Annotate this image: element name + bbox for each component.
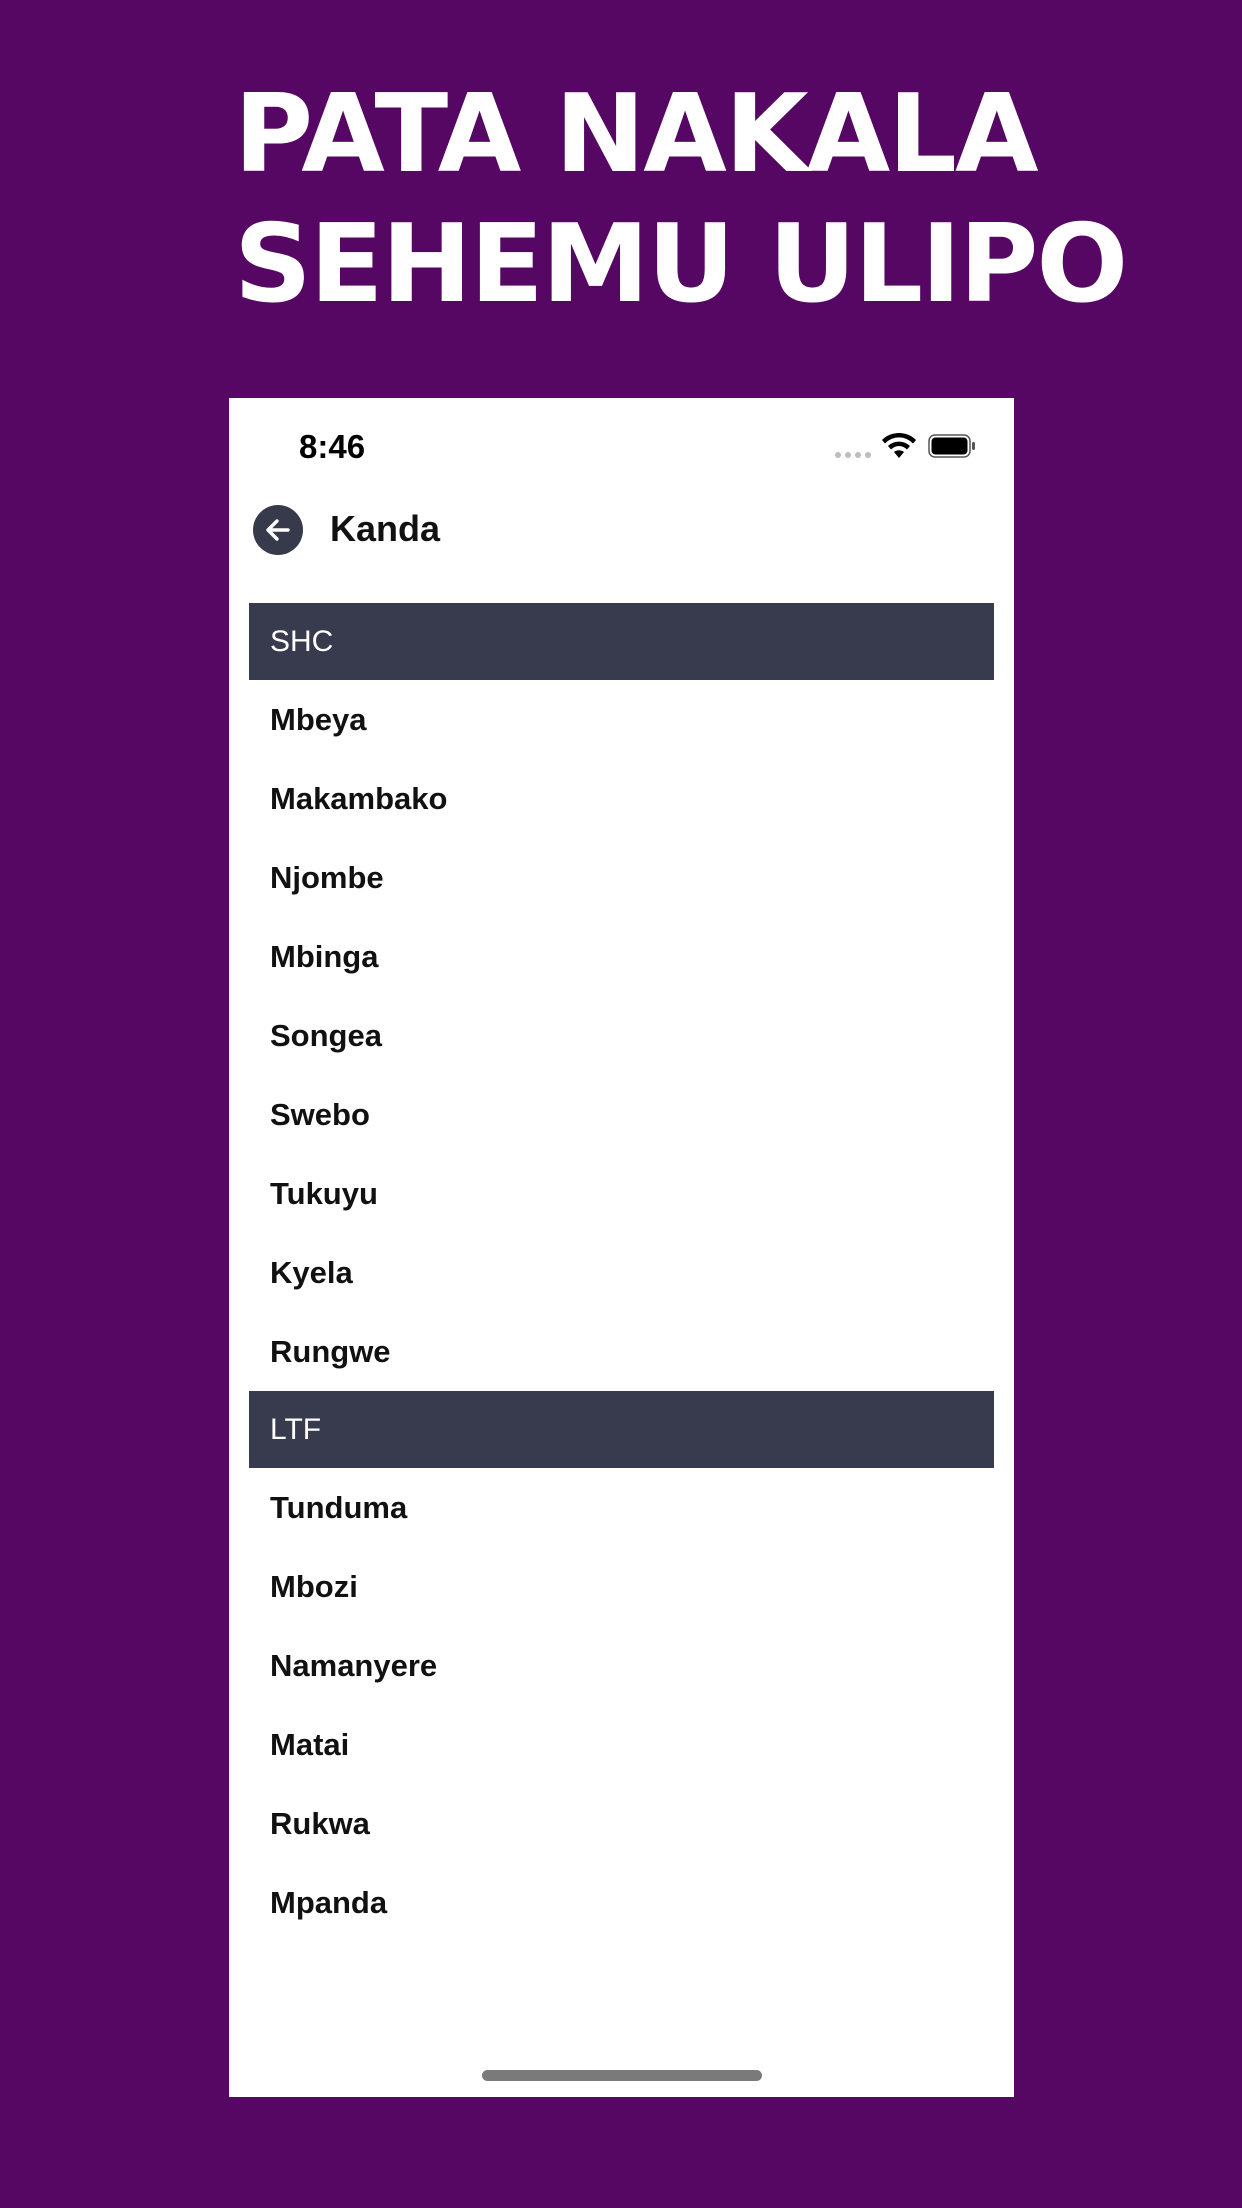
promo-headline-line1: PATA NAKALA <box>234 72 1039 197</box>
list-item[interactable]: Mpanda <box>249 1863 994 1942</box>
list-item[interactable]: Tunduma <box>249 1468 994 1547</box>
list-item[interactable]: Makambako <box>249 759 994 838</box>
battery-icon <box>928 434 975 458</box>
section-header-ltf: LTF <box>249 1391 994 1468</box>
list-item[interactable]: Rukwa <box>249 1784 994 1863</box>
promo-headline: PATA NAKALA SEHEMU ULIPO <box>234 70 1134 330</box>
list-item[interactable]: Mbeya <box>249 680 994 759</box>
list-item[interactable]: Matai <box>249 1705 994 1784</box>
phone-screen: 8:46 Kanda SHC Mbeya Makambako Njombe Mb… <box>229 398 1014 2097</box>
list-item[interactable]: Tukuyu <box>249 1154 994 1233</box>
list-item[interactable]: Rungwe <box>249 1312 994 1391</box>
list-item[interactable]: Swebo <box>249 1075 994 1154</box>
list-item[interactable]: Kyela <box>249 1233 994 1312</box>
zone-list: SHC Mbeya Makambako Njombe Mbinga Songea… <box>249 603 994 1942</box>
wifi-icon <box>882 432 916 458</box>
section-header-shc: SHC <box>249 603 994 680</box>
status-bar: 8:46 <box>229 398 1014 498</box>
arrow-left-icon <box>266 519 290 541</box>
list-item[interactable]: Mbozi <box>249 1547 994 1626</box>
back-button[interactable] <box>253 505 303 555</box>
page-title: Kanda <box>330 508 441 549</box>
list-item[interactable]: Songea <box>249 996 994 1075</box>
home-indicator[interactable] <box>482 2070 762 2081</box>
list-item[interactable]: Njombe <box>249 838 994 917</box>
list-item[interactable]: Namanyere <box>249 1626 994 1705</box>
status-time: 8:46 <box>299 428 366 465</box>
promo-headline-line2: SEHEMU ULIPO <box>234 202 1128 327</box>
cellular-signal-icon <box>835 452 871 458</box>
list-item[interactable]: Mbinga <box>249 917 994 996</box>
